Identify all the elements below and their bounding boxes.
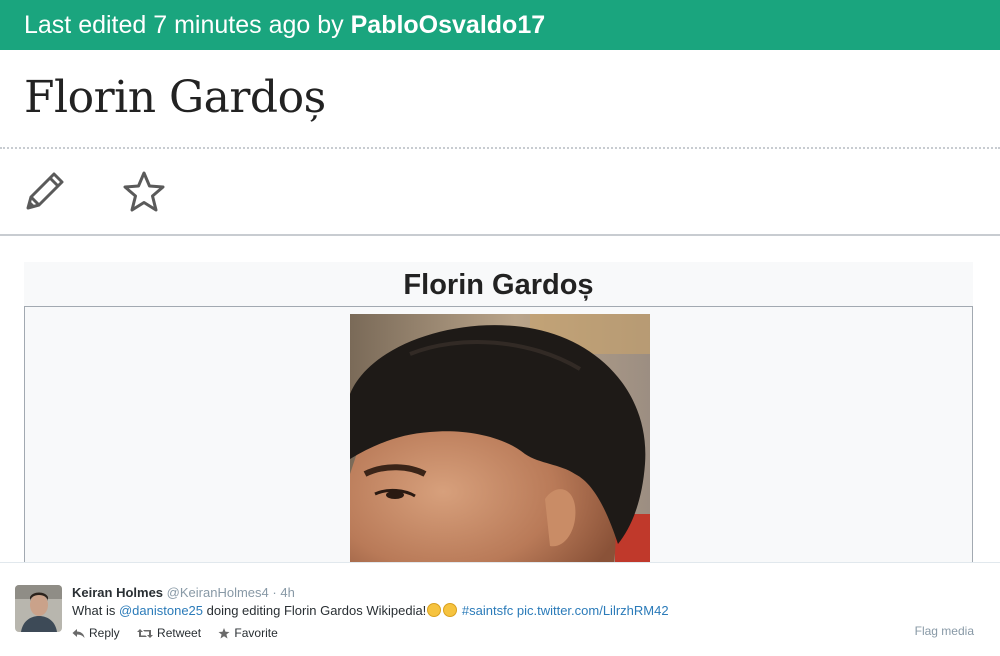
infobox: Florin Gardoș <box>24 262 973 562</box>
retweet-label: Retweet <box>157 626 202 640</box>
tweet-text: What is @danistone25 doing editing Flori… <box>72 603 669 618</box>
tweet-header: Keiran Holmes @KeiranHolmes4 · 4h <box>72 585 295 600</box>
last-edited-prefix: Last edited 7 minutes ago by <box>24 11 351 39</box>
infobox-frame <box>24 306 973 562</box>
tweet-timestamp[interactable]: 4h <box>280 585 294 600</box>
page-title: Florin Gardoș <box>24 72 326 123</box>
last-edited-text: Last edited 7 minutes ago by PabloOsvald… <box>24 0 545 50</box>
tweet-actions: Reply Retweet Favorite <box>72 626 292 640</box>
favorite-button[interactable]: Favorite <box>218 626 278 640</box>
retweet-button[interactable]: Retweet <box>137 626 201 640</box>
reply-icon <box>72 629 85 638</box>
retweet-icon <box>137 629 154 638</box>
laughing-emoji-icon <box>443 603 458 617</box>
tweet-text-part: doing editing Florin Gardos Wikipedia! <box>203 603 427 618</box>
tweet-pic-link[interactable]: pic.twitter.com/LilrzhRM42 <box>517 603 669 618</box>
last-edited-banner[interactable]: Last edited 7 minutes ago by PabloOsvald… <box>0 0 1000 50</box>
reply-label: Reply <box>89 626 120 640</box>
tweet-hashtag-link[interactable]: #saintsfc <box>462 603 513 618</box>
laughing-emoji-icon <box>427 603 442 617</box>
tweet-mention-link[interactable]: @danistone25 <box>119 603 203 618</box>
favorite-label: Favorite <box>234 626 278 640</box>
actions-divider <box>0 234 1000 236</box>
flag-media-link[interactable]: Flag media <box>915 624 974 638</box>
avatar[interactable] <box>15 585 62 632</box>
star-icon[interactable] <box>120 168 168 216</box>
page-actions <box>0 150 1000 234</box>
pencil-icon[interactable] <box>20 168 68 216</box>
title-divider <box>0 147 1000 149</box>
tweet-author-name[interactable]: Keiran Holmes <box>72 585 163 600</box>
favorite-star-icon <box>218 628 230 639</box>
tweet-text-part: What is <box>72 603 119 618</box>
infobox-title: Florin Gardoș <box>403 269 594 301</box>
tweet: Keiran Holmes @KeiranHolmes4 · 4h What i… <box>0 562 1000 656</box>
player-photo[interactable] <box>350 314 650 562</box>
last-edited-username[interactable]: PabloOsvaldo17 <box>351 11 546 39</box>
tweet-author-handle[interactable]: @KeiranHolmes4 <box>167 585 269 600</box>
reply-button[interactable]: Reply <box>72 626 120 640</box>
tweet-separator: · <box>272 585 277 600</box>
